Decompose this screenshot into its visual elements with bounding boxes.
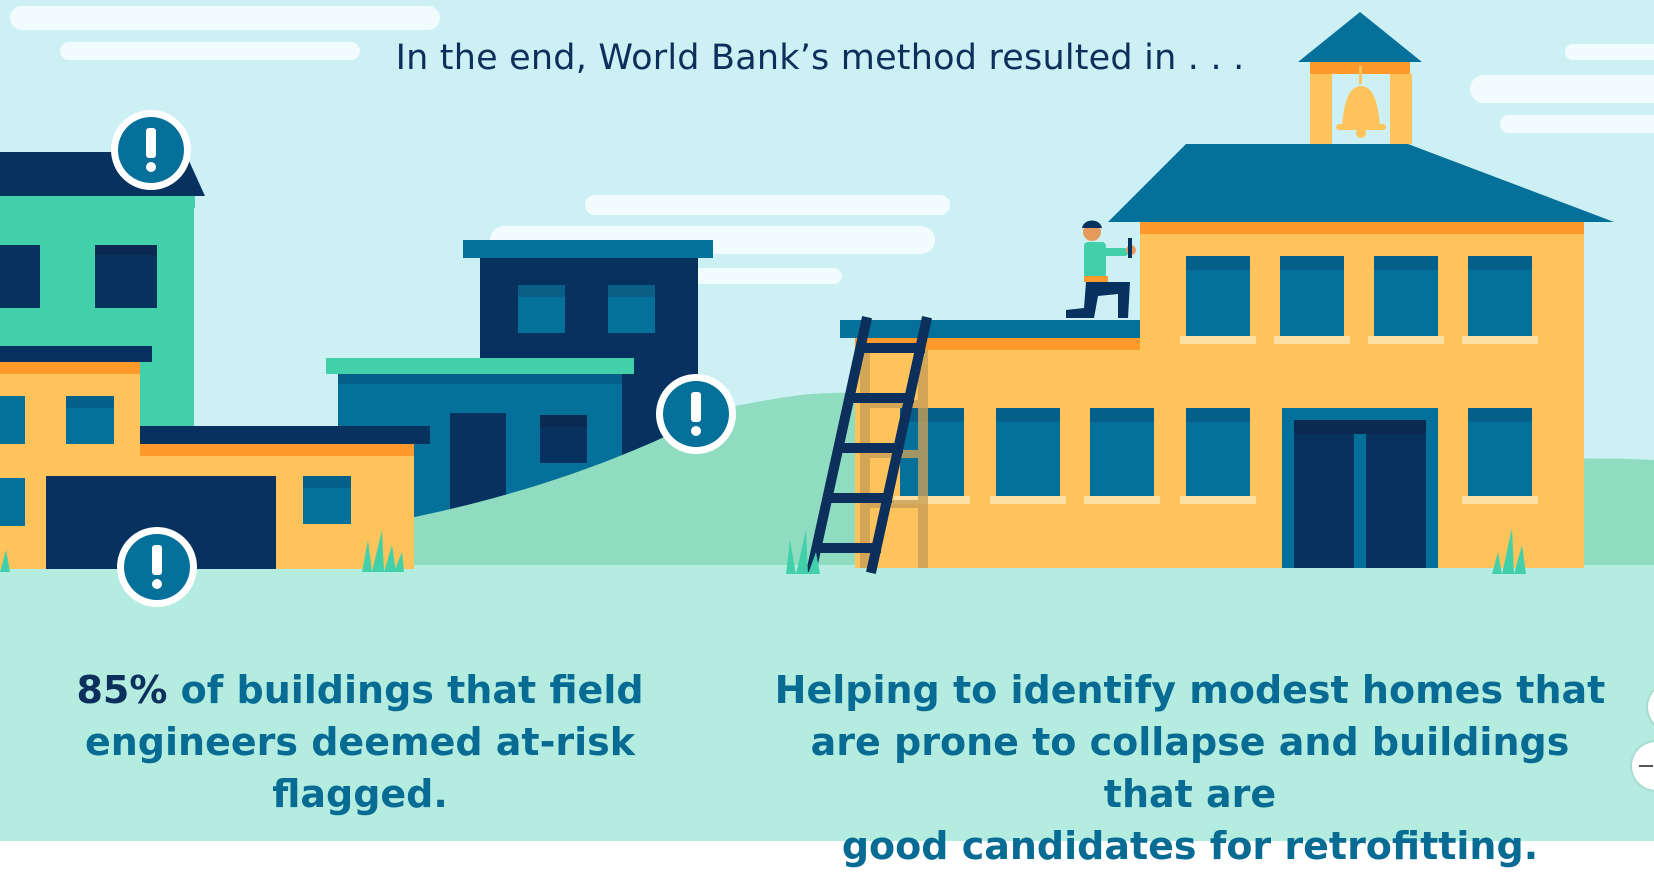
stat-value: 85% [76, 668, 168, 712]
caption-right-line3: good candidates for retrofitting. [841, 824, 1539, 868]
caption-right-line1: Helping to identify modest homes that [774, 668, 1606, 712]
caption-left-line2: engineers deemed at-risk flagged. [84, 720, 636, 816]
caption-right-line2: are prone to collapse and buildings that… [810, 720, 1570, 816]
exclamation-icon [111, 110, 191, 190]
minus-icon [1639, 765, 1653, 767]
caption-left-line1: of buildings that field [167, 668, 644, 712]
exclamation-icon [656, 374, 736, 454]
exclamation-icon [117, 527, 197, 607]
headline: In the end, World Bank’s method resulted… [395, 38, 1245, 78]
caption-left: 85% of buildings that field engineers de… [20, 664, 700, 820]
